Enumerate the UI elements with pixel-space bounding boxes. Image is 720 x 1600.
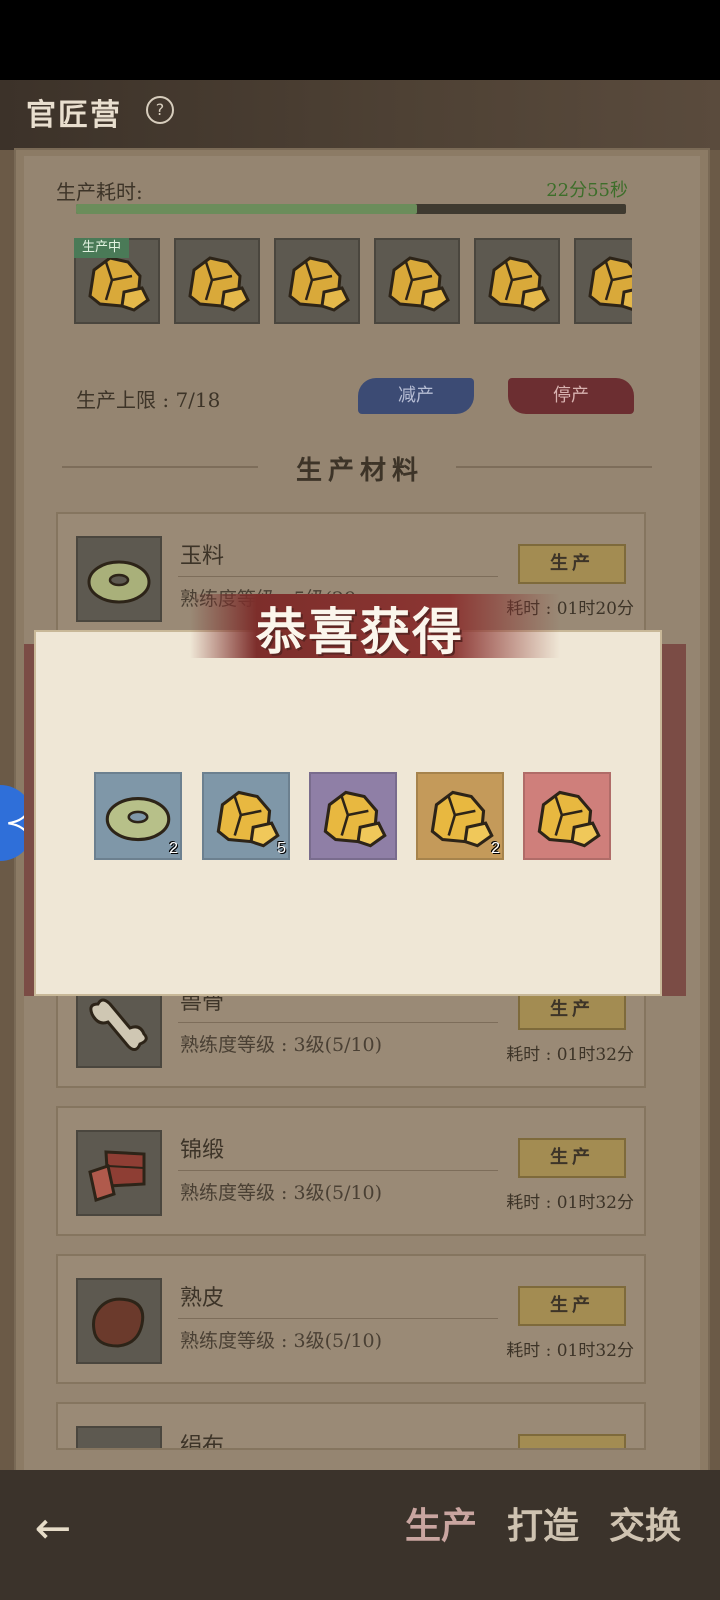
- modal-title: 恭喜获得: [256, 602, 464, 661]
- gold-ore-icon: [388, 256, 450, 312]
- material-name: 玉料: [180, 544, 225, 569]
- queue-slot[interactable]: 生产中: [74, 238, 160, 324]
- card-separator: [178, 576, 498, 577]
- reward-count: 2: [169, 840, 178, 857]
- screen: 官匠营 ? 生产耗时: 22分55秒 生产中 生产上限: 7/18 减产 停产…: [0, 80, 720, 1600]
- tab-label: 生产: [404, 1505, 477, 1547]
- material-level: 熟练度等级 : 3级(5/10): [180, 1330, 383, 1352]
- queue-slot[interactable]: [174, 238, 260, 324]
- material-card: 绢布: [56, 1402, 646, 1450]
- reward-item[interactable]: 5: [202, 772, 290, 860]
- material-level: 熟练度等级 : 3级(5/10): [180, 1182, 383, 1204]
- page-title: 官匠营: [26, 98, 122, 133]
- tab-production[interactable]: 生产: [396, 1478, 486, 1574]
- jade-disc-icon: [105, 797, 171, 842]
- queue-slot[interactable]: [574, 238, 632, 324]
- queue-slot[interactable]: [474, 238, 560, 324]
- material-card: 熟皮 熟练度等级 : 3级(5/10) 生产 耗时 : 01时32分: [56, 1254, 646, 1384]
- tab-label: 打造: [506, 1505, 579, 1547]
- material-time: 耗时 : 01时32分: [506, 1045, 634, 1065]
- material-level: 熟练度等级 : 3级(5/10): [180, 1034, 383, 1056]
- tab-forge[interactable]: 打造: [498, 1478, 588, 1574]
- queue-slot[interactable]: [274, 238, 360, 324]
- production-progress-fill: [76, 204, 417, 214]
- reduce-production-button[interactable]: 减产: [358, 378, 474, 414]
- produce-button[interactable]: [518, 1434, 626, 1448]
- material-icon-frame: [76, 1426, 162, 1448]
- production-time-value: 22分55秒: [546, 180, 628, 201]
- reward-count: 2: [491, 840, 500, 857]
- material-icon-frame: [76, 1130, 162, 1216]
- help-icon[interactable]: ?: [146, 96, 174, 124]
- material-card: 锦缎 熟练度等级 : 3级(5/10) 生产 耗时 : 01时32分: [56, 1106, 646, 1236]
- in-production-badge: 生产中: [74, 238, 130, 258]
- queue-slot[interactable]: [374, 238, 460, 324]
- gold-ore-icon: [430, 790, 494, 848]
- tab-label: 交换: [608, 1505, 681, 1547]
- material-name: 绢布: [180, 1434, 225, 1450]
- gold-ore-icon: [323, 790, 387, 848]
- reward-count: 5: [277, 840, 286, 857]
- material-name: 熟皮: [180, 1286, 225, 1311]
- brocade-icon: [88, 1150, 146, 1202]
- leather-icon: [92, 1297, 145, 1348]
- card-separator: [178, 1022, 498, 1023]
- card-separator: [178, 1170, 498, 1171]
- material-time: 耗时 : 01时32分: [506, 1341, 634, 1361]
- gold-ore-icon: [537, 790, 601, 848]
- produce-button[interactable]: 生产: [518, 990, 626, 1030]
- gold-ore-icon: [288, 256, 350, 312]
- tab-exchange[interactable]: 交换: [600, 1478, 690, 1574]
- section-divider-right: [456, 466, 652, 468]
- reward-item[interactable]: [309, 772, 397, 860]
- section-title: 生产材料: [295, 456, 424, 486]
- material-name: 锦缎: [180, 1138, 225, 1163]
- card-separator: [178, 1318, 498, 1319]
- produce-button[interactable]: 生产: [518, 544, 626, 584]
- production-limit: 生产上限 : 7/18: [76, 388, 221, 412]
- production-time-label: 生产耗时:: [56, 180, 143, 204]
- gold-ore-icon: [488, 256, 550, 312]
- reward-item[interactable]: 2: [94, 772, 182, 860]
- gold-ore-icon: [188, 256, 250, 312]
- gold-ore-icon: [588, 256, 632, 311]
- gold-ore-icon: [216, 790, 280, 848]
- material-icon-frame: [76, 1278, 162, 1364]
- title-bar: 官匠营 ?: [0, 80, 720, 150]
- reward-item[interactable]: 2: [416, 772, 504, 860]
- material-time: 耗时 : 01时32分: [506, 1193, 634, 1213]
- bone-icon: [89, 998, 148, 1051]
- produce-button[interactable]: 生产: [518, 1286, 626, 1326]
- stop-production-button[interactable]: 停产: [508, 378, 634, 414]
- production-queue: 生产中: [74, 238, 632, 330]
- reward-item[interactable]: [523, 772, 611, 860]
- production-progress-track: [76, 204, 626, 214]
- back-arrow-icon[interactable]: ←: [18, 1494, 88, 1564]
- produce-button[interactable]: 生产: [518, 1138, 626, 1178]
